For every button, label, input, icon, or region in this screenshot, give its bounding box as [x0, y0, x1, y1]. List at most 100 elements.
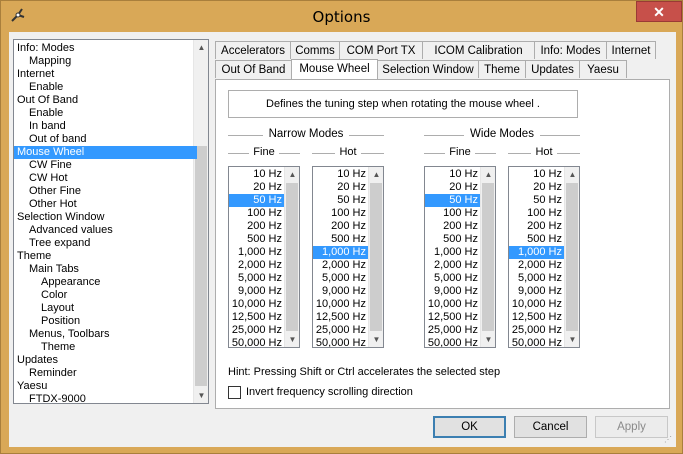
step-option[interactable]: 100 Hz — [509, 207, 564, 220]
list-scrollbar[interactable]: ▲ ▼ — [368, 167, 383, 347]
step-option[interactable]: 50 Hz — [425, 194, 480, 207]
step-option[interactable]: 5,000 Hz — [509, 272, 564, 285]
title-bar[interactable]: Options ✕ — [1, 1, 682, 31]
scroll-up-icon[interactable]: ▲ — [369, 167, 383, 182]
tree-item[interactable]: Enable — [29, 81, 63, 94]
scroll-down-icon[interactable]: ▼ — [194, 388, 208, 403]
invert-label[interactable]: Invert frequency scrolling direction — [246, 386, 413, 398]
tree-item[interactable]: Other Fine — [29, 185, 81, 198]
step-option[interactable]: 10 Hz — [313, 168, 368, 181]
step-option[interactable]: 10,000 Hz — [313, 298, 368, 311]
tab-internet[interactable]: Internet — [606, 41, 656, 59]
step-option[interactable]: 5,000 Hz — [425, 272, 480, 285]
tree-item[interactable]: Info: Modes — [17, 42, 74, 55]
tree-item[interactable]: Reminder — [29, 367, 77, 380]
step-option[interactable]: 200 Hz — [425, 220, 480, 233]
tree-item[interactable]: Theme — [41, 341, 75, 354]
options-tree[interactable]: ▲ ▼ Info: Modes Mapping Internet Enable Out … — [13, 39, 209, 404]
step-option[interactable]: 12,500 Hz — [229, 311, 284, 324]
tree-item[interactable]: Mouse Wheel — [14, 146, 197, 159]
step-option[interactable]: 10 Hz — [425, 168, 480, 181]
step-option[interactable]: 2,000 Hz — [313, 259, 368, 272]
tree-item[interactable]: Tree expand — [29, 237, 90, 250]
tab-comms[interactable]: Comms — [290, 41, 340, 59]
step-option[interactable]: 10,000 Hz — [509, 298, 564, 311]
list-scrollbar[interactable]: ▲ ▼ — [284, 167, 299, 347]
tab-mouse-wheel[interactable]: Mouse Wheel — [291, 59, 378, 79]
tree-item[interactable]: Appearance — [41, 276, 100, 289]
scroll-thumb[interactable] — [566, 183, 578, 331]
step-option[interactable]: 2,000 Hz — [509, 259, 564, 272]
step-option[interactable]: 25,000 Hz — [229, 324, 284, 337]
step-option[interactable]: 1,000 Hz — [313, 246, 368, 259]
step-option[interactable]: 50,000 Hz — [425, 337, 480, 347]
tree-item[interactable]: Yaesu — [17, 380, 47, 393]
tab-com-port-tx[interactable]: COM Port TX — [339, 41, 423, 59]
step-option[interactable]: 10 Hz — [509, 168, 564, 181]
step-option[interactable]: 10 Hz — [229, 168, 284, 181]
step-option[interactable]: 500 Hz — [425, 233, 480, 246]
step-option[interactable]: 2,000 Hz — [229, 259, 284, 272]
narrow-hot-list[interactable]: 10 Hz 20 Hz 50 Hz 100 Hz 200 Hz 500 Hz 1,000 H… — [312, 166, 384, 348]
step-option[interactable]: 100 Hz — [425, 207, 480, 220]
narrow-fine-list[interactable]: 10 Hz 20 Hz 50 Hz 100 Hz 200 Hz 500 Hz 1,000 H… — [228, 166, 300, 348]
step-option[interactable]: 1,000 Hz — [509, 246, 564, 259]
step-option[interactable]: 2,000 Hz — [425, 259, 480, 272]
step-option[interactable]: 5,000 Hz — [313, 272, 368, 285]
step-option[interactable]: 10,000 Hz — [229, 298, 284, 311]
step-option[interactable]: 20 Hz — [313, 181, 368, 194]
tree-item[interactable]: Enable — [29, 107, 63, 120]
step-option[interactable]: 1,000 Hz — [425, 246, 480, 259]
scroll-thumb[interactable] — [195, 146, 207, 386]
tree-item[interactable]: FTDX-9000 — [29, 393, 86, 403]
tree-item[interactable]: Color — [41, 289, 67, 302]
step-option[interactable]: 100 Hz — [313, 207, 368, 220]
step-option[interactable]: 25,000 Hz — [509, 324, 564, 337]
tree-scrollbar[interactable]: ▲ ▼ — [193, 40, 208, 403]
tab-selection-window[interactable]: Selection Window — [377, 60, 479, 78]
tab-theme[interactable]: Theme — [478, 60, 526, 78]
tree-item[interactable]: Internet — [17, 68, 54, 81]
tab-yaesu[interactable]: Yaesu — [579, 60, 627, 78]
wide-hot-list[interactable]: 10 Hz 20 Hz 50 Hz 100 Hz 200 Hz 500 Hz 1,000 H… — [508, 166, 580, 348]
step-option[interactable]: 9,000 Hz — [425, 285, 480, 298]
step-option[interactable]: 500 Hz — [229, 233, 284, 246]
tab-info-modes[interactable]: Info: Modes — [534, 41, 607, 59]
tree-item[interactable]: Main Tabs — [29, 263, 79, 276]
cancel-button[interactable]: Cancel — [514, 416, 587, 438]
step-option[interactable]: 12,500 Hz — [509, 311, 564, 324]
tree-item[interactable]: Theme — [17, 250, 51, 263]
scroll-up-icon[interactable]: ▲ — [285, 167, 299, 182]
tree-item[interactable]: Position — [41, 315, 80, 328]
step-option[interactable]: 50 Hz — [313, 194, 368, 207]
tree-item[interactable]: Out of band — [29, 133, 87, 146]
tree-item[interactable]: Selection Window — [17, 211, 104, 224]
apply-button[interactable]: Apply — [595, 416, 668, 438]
step-option[interactable]: 20 Hz — [425, 181, 480, 194]
step-option[interactable]: 25,000 Hz — [425, 324, 480, 337]
step-option[interactable]: 200 Hz — [313, 220, 368, 233]
scroll-up-icon[interactable]: ▲ — [565, 167, 579, 182]
tree-item[interactable]: Menus, Toolbars — [29, 328, 110, 341]
step-option[interactable]: 20 Hz — [229, 181, 284, 194]
scroll-down-icon[interactable]: ▼ — [369, 332, 383, 347]
tree-item[interactable]: Mapping — [29, 55, 71, 68]
scroll-up-icon[interactable]: ▲ — [481, 167, 495, 182]
step-option[interactable]: 500 Hz — [509, 233, 564, 246]
step-option[interactable]: 100 Hz — [229, 207, 284, 220]
tab-updates[interactable]: Updates — [525, 60, 580, 78]
tab-out-of-band[interactable]: Out Of Band — [215, 60, 292, 78]
step-option[interactable]: 200 Hz — [509, 220, 564, 233]
tree-item[interactable]: CW Fine — [29, 159, 72, 172]
step-option[interactable]: 50,000 Hz — [229, 337, 284, 347]
tree-item[interactable]: Advanced values — [29, 224, 113, 237]
scroll-thumb[interactable] — [370, 183, 382, 331]
tree-item[interactable]: Layout — [41, 302, 74, 315]
tab-accelerators[interactable]: Accelerators — [215, 41, 291, 59]
close-button[interactable]: ✕ — [636, 1, 682, 22]
tab-icom-calibration[interactable]: ICOM Calibration — [422, 41, 535, 59]
tree-item[interactable]: Updates — [17, 354, 58, 367]
scroll-up-icon[interactable]: ▲ — [194, 40, 208, 55]
tree-item[interactable]: CW Hot — [29, 172, 68, 185]
step-option[interactable]: 200 Hz — [229, 220, 284, 233]
